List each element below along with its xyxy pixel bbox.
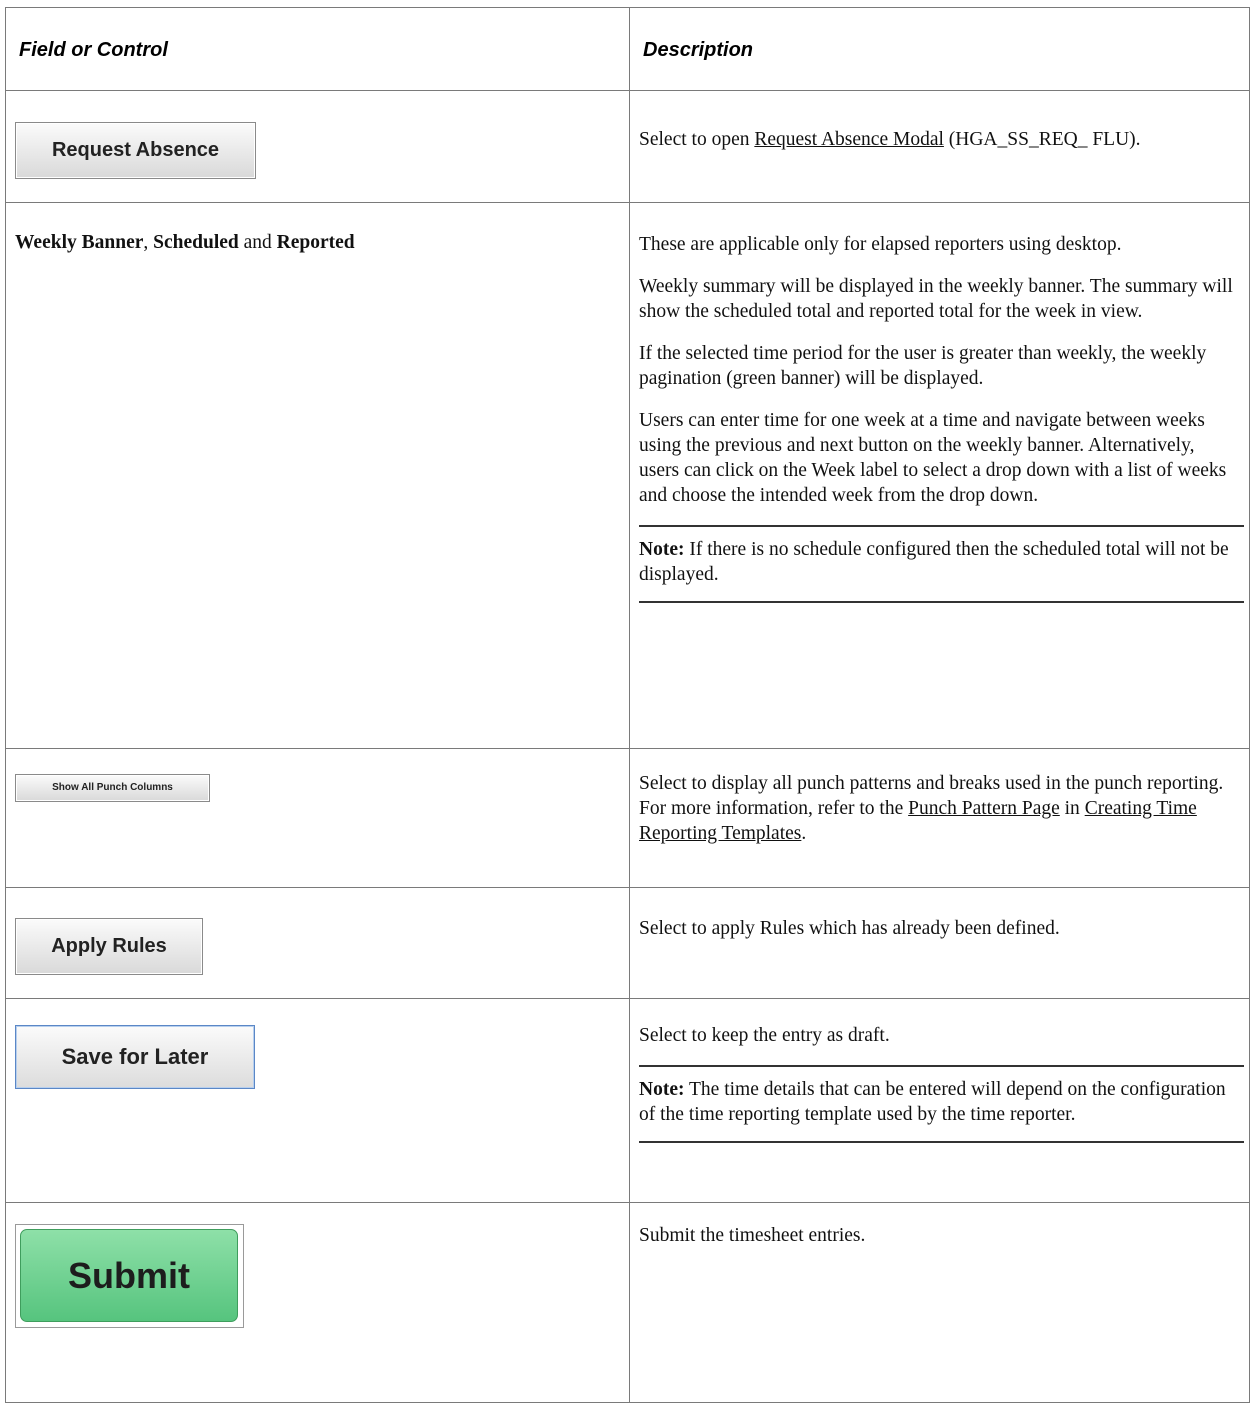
control-cell: Request Absence bbox=[5, 90, 630, 203]
description-text: Select to keep the entry as draft. bbox=[639, 1025, 890, 1046]
field-description-table: Field or Control Description Request Abs… bbox=[5, 7, 1250, 1403]
description-text: Select to apply Rules which has already … bbox=[639, 918, 1060, 939]
description-text: Select to display all punch patterns and… bbox=[639, 773, 1224, 844]
description-cell: Submit the timesheet entries. bbox=[629, 1202, 1250, 1403]
punch-pattern-page-link[interactable]: Punch Pattern Page bbox=[908, 798, 1060, 819]
request-absence-button[interactable]: Request Absence bbox=[15, 122, 256, 179]
description-cell: Select to keep the entry as draft. Note:… bbox=[629, 998, 1250, 1203]
description-text: These are applicable only for elapsed re… bbox=[639, 234, 1122, 255]
table-row: Submit Submit the timesheet entries. bbox=[5, 1202, 1250, 1403]
description-text: If the selected time period for the user… bbox=[639, 343, 1207, 389]
table-row: Request Absence Select to open Request A… bbox=[5, 90, 1250, 203]
show-all-punch-columns-button[interactable]: Show All Punch Columns bbox=[15, 774, 210, 802]
table-row: Weekly Banner, Scheduled and Reported Th… bbox=[5, 202, 1250, 749]
control-cell: Submit bbox=[5, 1202, 630, 1403]
save-for-later-button[interactable]: Save for Later bbox=[15, 1025, 255, 1089]
description-column-header: Description bbox=[629, 7, 1250, 91]
request-absence-modal-link[interactable]: Request Absence Modal bbox=[754, 129, 944, 150]
table-row: Apply Rules Select to apply Rules which … bbox=[5, 887, 1250, 999]
table-header-row: Field or Control Description bbox=[5, 7, 1250, 91]
control-cell: Apply Rules bbox=[5, 887, 630, 999]
description-cell: Select to open Request Absence Modal (HG… bbox=[629, 90, 1250, 203]
description-text: Weekly summary will be displayed in the … bbox=[639, 276, 1233, 322]
description-cell: Select to display all punch patterns and… bbox=[629, 748, 1250, 888]
description-text: Users can enter time for one week at a t… bbox=[639, 410, 1227, 506]
field-name: Weekly Banner, Scheduled and Reported bbox=[15, 232, 355, 253]
description-text: Submit the timesheet entries. bbox=[639, 1225, 866, 1246]
field-column-header: Field or Control bbox=[5, 7, 630, 91]
control-cell: Show All Punch Columns bbox=[5, 748, 630, 888]
note-block: Note: If there is no schedule configured… bbox=[639, 525, 1244, 603]
description-cell: Select to apply Rules which has already … bbox=[629, 887, 1250, 999]
field-name-cell: Weekly Banner, Scheduled and Reported bbox=[5, 202, 630, 749]
description-text: Select to open Request Absence Modal (HG… bbox=[639, 129, 1141, 150]
table-row: Show All Punch Columns Select to display… bbox=[5, 748, 1250, 888]
description-cell: These are applicable only for elapsed re… bbox=[629, 202, 1250, 749]
note-block: Note: The time details that can be enter… bbox=[639, 1065, 1244, 1143]
submit-button-frame: Submit bbox=[15, 1224, 244, 1328]
submit-button[interactable]: Submit bbox=[20, 1229, 238, 1322]
control-cell: Save for Later bbox=[5, 998, 630, 1203]
apply-rules-button[interactable]: Apply Rules bbox=[15, 918, 203, 975]
table-row: Save for Later Select to keep the entry … bbox=[5, 998, 1250, 1203]
